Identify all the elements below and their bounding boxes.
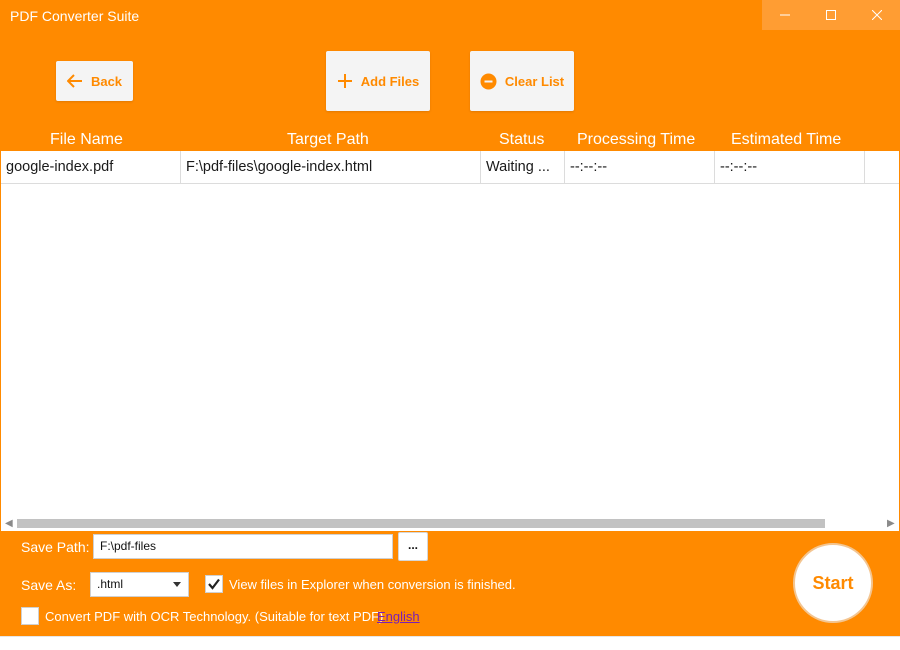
- start-label: Start: [812, 572, 854, 593]
- app-title: PDF Converter Suite: [10, 8, 140, 24]
- close-button[interactable]: [854, 0, 900, 30]
- cell-file-name: google-index.pdf: [1, 151, 181, 183]
- back-button[interactable]: Back: [56, 61, 133, 101]
- save-as-select[interactable]: .html: [90, 572, 189, 597]
- table-row[interactable]: google-index.pdf F:\pdf-files\google-ind…: [1, 151, 899, 184]
- maximize-icon: [826, 10, 836, 20]
- scrollbar-thumb[interactable]: [17, 519, 825, 528]
- cell-status: Waiting ...: [481, 151, 565, 183]
- maximize-button[interactable]: [808, 0, 854, 30]
- scroll-right-icon[interactable]: ▶: [887, 518, 895, 529]
- add-files-label: Add Files: [360, 73, 420, 89]
- plus-icon: [337, 74, 352, 88]
- browse-button[interactable]: ...: [398, 532, 428, 561]
- column-header-processing-time[interactable]: Processing Time: [577, 131, 695, 149]
- save-path-label: Save Path:: [21, 539, 90, 555]
- ocr-checkbox[interactable]: [21, 607, 39, 625]
- save-as-value: .html: [97, 577, 124, 591]
- minimize-button[interactable]: [762, 0, 808, 30]
- window-controls: [762, 0, 900, 30]
- column-header-file-name[interactable]: File Name: [50, 131, 123, 149]
- file-table: google-index.pdf F:\pdf-files\google-ind…: [1, 151, 899, 530]
- arrow-left-icon: [66, 74, 82, 88]
- view-in-explorer-checkbox[interactable]: [205, 575, 223, 593]
- column-header-target-path[interactable]: Target Path: [287, 131, 369, 149]
- start-button[interactable]: Start: [793, 543, 873, 623]
- minus-circle-icon: [480, 73, 497, 89]
- save-path-input[interactable]: F:\pdf-files: [93, 534, 393, 559]
- cell-estimated-time: --:--:--: [715, 151, 865, 183]
- add-files-button[interactable]: Add Files: [326, 51, 430, 111]
- clear-list-button[interactable]: Clear List: [470, 51, 574, 111]
- status-strip: [0, 636, 900, 650]
- title-bar: PDF Converter Suite: [0, 0, 900, 32]
- view-in-explorer-label: View files in Explorer when conversion i…: [229, 577, 516, 592]
- close-icon: [872, 10, 882, 20]
- ocr-label: Convert PDF with OCR Technology. (Suitab…: [45, 609, 384, 624]
- save-as-label: Save As:: [21, 577, 77, 593]
- cell-processing-time: --:--:--: [565, 151, 715, 183]
- scroll-left-icon[interactable]: ◀: [5, 518, 13, 529]
- checkmark-icon: [208, 578, 220, 590]
- file-table-header: File Name Target Path Status Processing …: [0, 130, 900, 151]
- clear-list-label: Clear List: [504, 73, 565, 89]
- cell-target-path: F:\pdf-files\google-index.html: [181, 151, 481, 183]
- column-header-estimated-time[interactable]: Estimated Time: [731, 131, 841, 149]
- back-label: Back: [90, 73, 123, 89]
- ocr-language-link[interactable]: English: [377, 609, 420, 624]
- horizontal-scrollbar[interactable]: ◀ ▶: [1, 516, 899, 531]
- chevron-down-icon: [173, 582, 181, 587]
- column-header-status[interactable]: Status: [499, 131, 544, 149]
- minimize-icon: [780, 14, 790, 16]
